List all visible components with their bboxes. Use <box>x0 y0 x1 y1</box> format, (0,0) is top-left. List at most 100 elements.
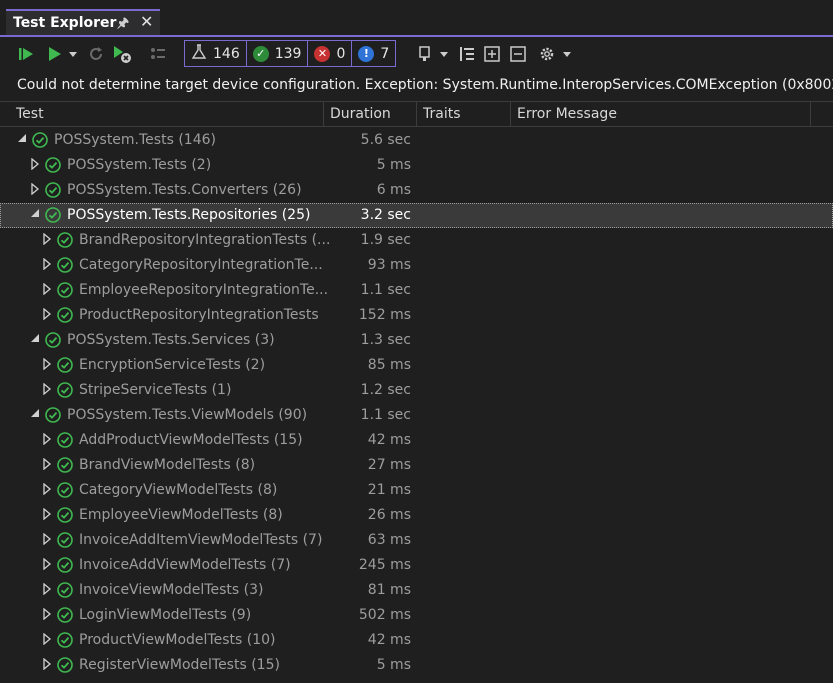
tree-row[interactable]: ProductRepositoryIntegrationTests 152 ms <box>0 303 833 328</box>
collapsed-arrow-icon[interactable] <box>42 507 54 522</box>
collapsed-arrow-icon[interactable] <box>42 532 54 547</box>
test-duration: 1.1 sec <box>360 407 411 423</box>
passed-check-icon <box>57 232 73 248</box>
collapsed-arrow-icon[interactable] <box>42 457 54 472</box>
column-test[interactable]: Test <box>10 102 324 126</box>
flask-icon <box>191 43 207 64</box>
test-name: POSSystem.Tests.ViewModels (90) <box>67 407 308 423</box>
test-name: InvoiceAddViewModelTests (7) <box>79 557 291 573</box>
test-duration: 1.2 sec <box>360 382 411 398</box>
passed-check-icon <box>57 632 73 648</box>
tree-row[interactable]: LoginViewModelTests (9) 502 ms <box>0 603 833 628</box>
group-by-icon[interactable] <box>456 37 478 71</box>
collapsed-arrow-icon[interactable] <box>42 432 54 447</box>
tree-row[interactable]: POSSystem.Tests.Repositories (25) 3.2 sec <box>0 203 833 228</box>
run-dropdown-chevron-icon[interactable] <box>66 37 80 71</box>
environment-dropdown-chevron-icon[interactable] <box>437 37 451 71</box>
collapsed-arrow-icon[interactable] <box>42 307 54 322</box>
test-duration: 21 ms <box>367 482 411 498</box>
collapsed-arrow-icon[interactable] <box>42 282 54 297</box>
not-run-count: 7 <box>380 45 390 62</box>
tree-row[interactable]: AddProductViewModelTests (15) 42 ms <box>0 428 833 453</box>
close-icon[interactable]: ✕ <box>140 12 153 31</box>
tree-row[interactable]: InvoiceAddViewModelTests (7) 245 ms <box>0 553 833 578</box>
tree-row[interactable]: BrandViewModelTests (8) 27 ms <box>0 453 833 478</box>
passed-check-icon <box>57 607 73 623</box>
collapsed-arrow-icon[interactable] <box>42 632 54 647</box>
expanded-arrow-icon[interactable] <box>30 333 42 347</box>
passed-check-icon <box>45 157 61 173</box>
not-run-tests-filter[interactable]: ! 7 <box>352 41 395 66</box>
collapsed-arrow-icon[interactable] <box>42 382 54 397</box>
test-name: POSSystem.Tests (146) <box>54 132 216 148</box>
tree-row[interactable]: RegisterViewModelTests (15) 5 ms <box>0 653 833 678</box>
collapsed-arrow-icon[interactable] <box>42 357 54 372</box>
tree-row[interactable]: ProductViewModelTests (10) 42 ms <box>0 628 833 653</box>
failed-x-icon: ✕ <box>314 45 331 62</box>
expanded-arrow-icon[interactable] <box>30 208 42 222</box>
expand-all-icon[interactable] <box>481 37 503 71</box>
collapsed-arrow-icon[interactable] <box>42 232 54 247</box>
cancel-run-icon[interactable] <box>110 37 134 71</box>
passed-check-icon <box>57 257 73 273</box>
collapsed-arrow-icon[interactable] <box>42 557 54 572</box>
expanded-arrow-icon[interactable] <box>17 133 29 147</box>
collapsed-arrow-icon[interactable] <box>42 482 54 497</box>
test-duration: 3.2 sec <box>360 207 411 223</box>
test-environment-icon[interactable] <box>413 37 437 71</box>
pin-icon[interactable]: 🖈 <box>117 14 129 36</box>
test-name: LoginViewModelTests (9) <box>79 607 252 623</box>
test-duration: 152 ms <box>358 307 411 323</box>
test-duration: 6 ms <box>376 182 411 198</box>
passed-tests-filter[interactable]: ✓ 139 <box>247 41 309 66</box>
toolbar <box>0 37 833 71</box>
tree-row[interactable]: POSSystem.Tests (2) 5 ms <box>0 153 833 178</box>
tab-test-explorer[interactable]: Test Explorer 🖈 ✕ <box>6 9 160 36</box>
run-icon[interactable] <box>43 37 65 71</box>
test-duration: 5 ms <box>376 157 411 173</box>
test-name: InvoiceViewModelTests (3) <box>79 582 264 598</box>
collapsed-arrow-icon[interactable] <box>42 607 54 622</box>
collapsed-arrow-icon[interactable] <box>30 157 42 172</box>
tree-row[interactable]: POSSystem.Tests.Services (3) 1.3 sec <box>0 328 833 353</box>
column-duration[interactable]: Duration <box>324 102 417 126</box>
passed-check-icon <box>57 457 73 473</box>
run-all-icon[interactable] <box>14 37 38 71</box>
failed-tests-filter[interactable]: ✕ 0 <box>308 41 353 66</box>
tree-row[interactable]: POSSystem.Tests.ViewModels (90) 1.1 sec <box>0 403 833 428</box>
collapsed-arrow-icon[interactable] <box>42 582 54 597</box>
collapse-all-icon[interactable] <box>507 37 529 71</box>
test-name: EmployeeViewModelTests (8) <box>79 507 283 523</box>
tree-row[interactable]: POSSystem.Tests (146) 5.6 sec <box>0 128 833 153</box>
collapsed-arrow-icon[interactable] <box>30 182 42 197</box>
test-duration: 42 ms <box>367 632 411 648</box>
tree-row[interactable]: POSSystem.Tests.Converters (26) 6 ms <box>0 178 833 203</box>
collapsed-arrow-icon[interactable] <box>42 257 54 272</box>
total-tests-filter[interactable]: 146 <box>185 41 247 66</box>
test-name: BrandRepositoryIntegrationTests (... <box>79 232 331 248</box>
tree-row[interactable]: BrandRepositoryIntegrationTests (... 1.9 … <box>0 228 833 253</box>
tree-row[interactable]: StripeServiceTests (1) 1.2 sec <box>0 378 833 403</box>
tree-row[interactable]: EmployeeViewModelTests (8) 26 ms <box>0 503 833 528</box>
passed-check-icon <box>57 357 73 373</box>
collapsed-arrow-icon[interactable] <box>42 657 54 672</box>
settings-gear-icon[interactable] <box>535 37 559 71</box>
test-name: AddProductViewModelTests (15) <box>79 432 303 448</box>
column-traits[interactable]: Traits <box>417 102 511 126</box>
test-name: CategoryRepositoryIntegrationTe... <box>79 257 323 273</box>
test-duration: 1.1 sec <box>360 282 411 298</box>
expanded-arrow-icon[interactable] <box>30 408 42 422</box>
tree-row[interactable]: EncryptionServiceTests (2) 85 ms <box>0 353 833 378</box>
tree-row[interactable]: InvoiceViewModelTests (3) 81 ms <box>0 578 833 603</box>
settings-dropdown-chevron-icon[interactable] <box>560 37 574 71</box>
tree-row[interactable]: EmployeeRepositoryIntegrationTe... 1.1 se… <box>0 278 833 303</box>
tree-row[interactable]: CategoryRepositoryIntegrationTe... 93 ms <box>0 253 833 278</box>
repeat-last-run-icon[interactable] <box>85 37 107 71</box>
playlist-icon[interactable] <box>146 37 170 71</box>
tree-row[interactable]: CategoryViewModelTests (8) 21 ms <box>0 478 833 503</box>
column-error-message[interactable]: Error Message <box>511 102 811 126</box>
passed-check-icon <box>57 432 73 448</box>
tree-row[interactable]: InvoiceAddItemViewModelTests (7) 63 ms <box>0 528 833 553</box>
test-name: POSSystem.Tests.Converters (26) <box>67 182 302 198</box>
test-name: EncryptionServiceTests (2) <box>79 357 266 373</box>
